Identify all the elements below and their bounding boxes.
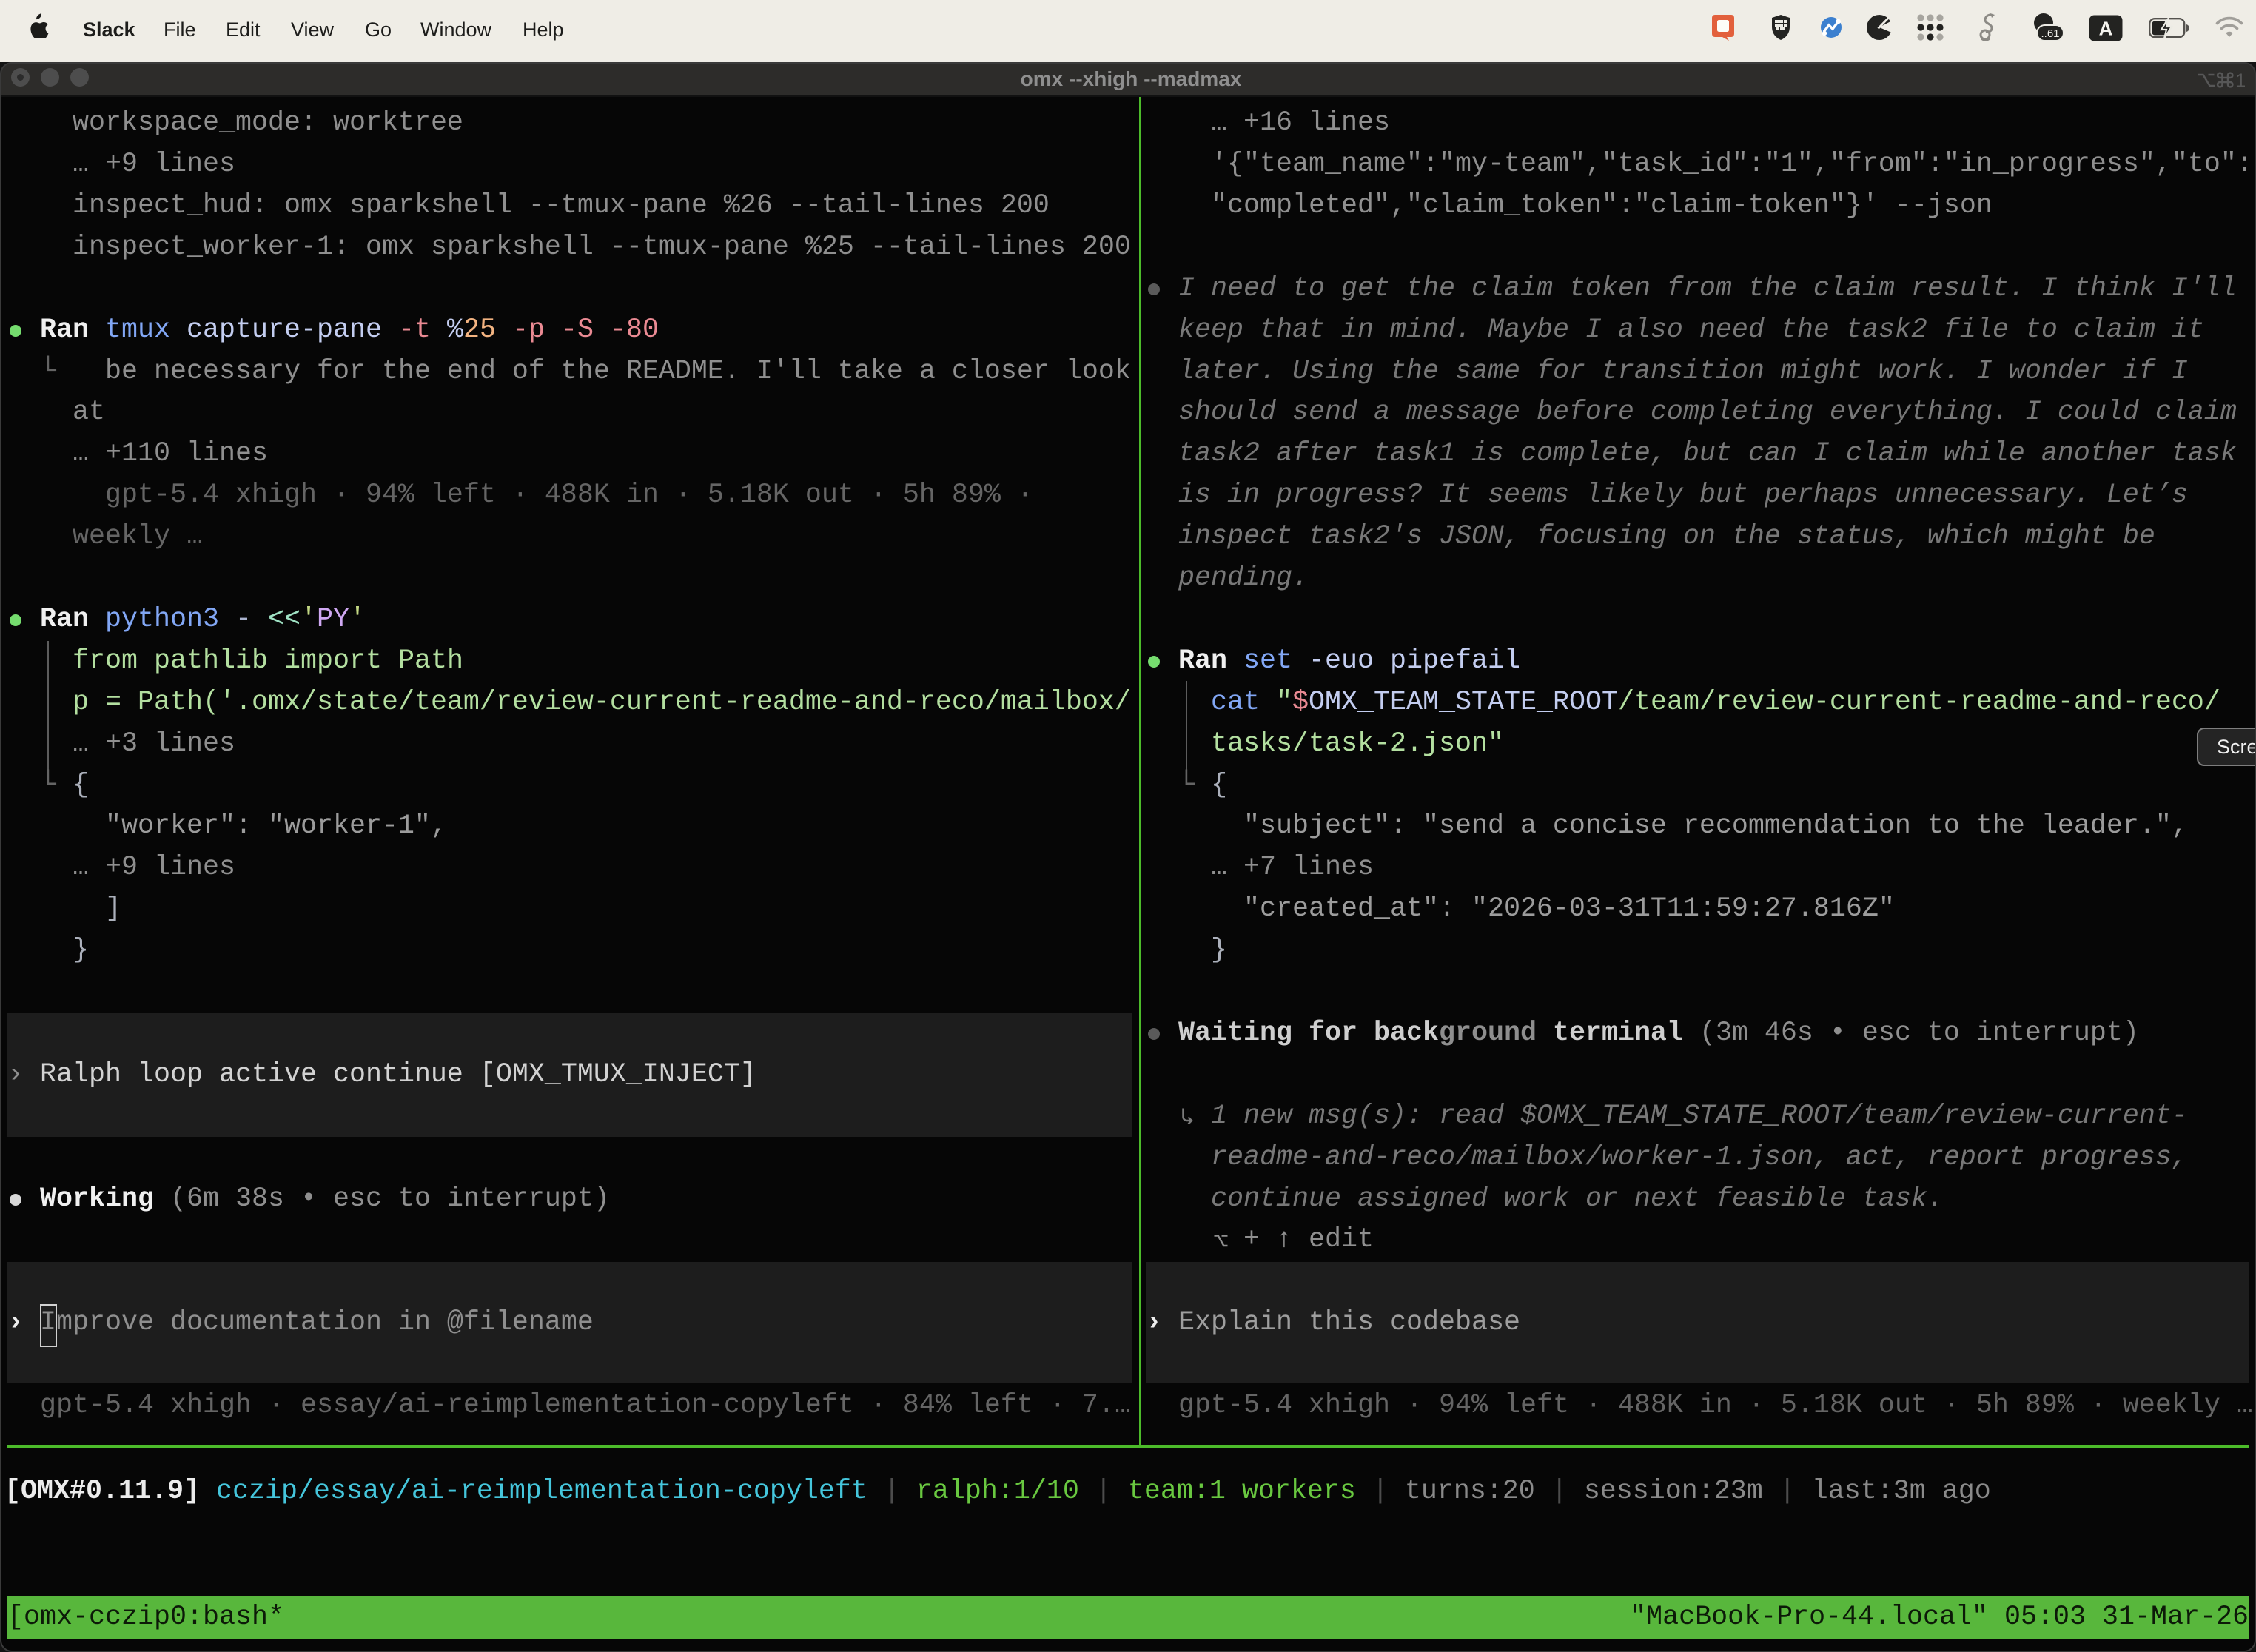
svg-text:A: A (2099, 18, 2113, 40)
svg-text:..61: ..61 (2041, 27, 2059, 40)
